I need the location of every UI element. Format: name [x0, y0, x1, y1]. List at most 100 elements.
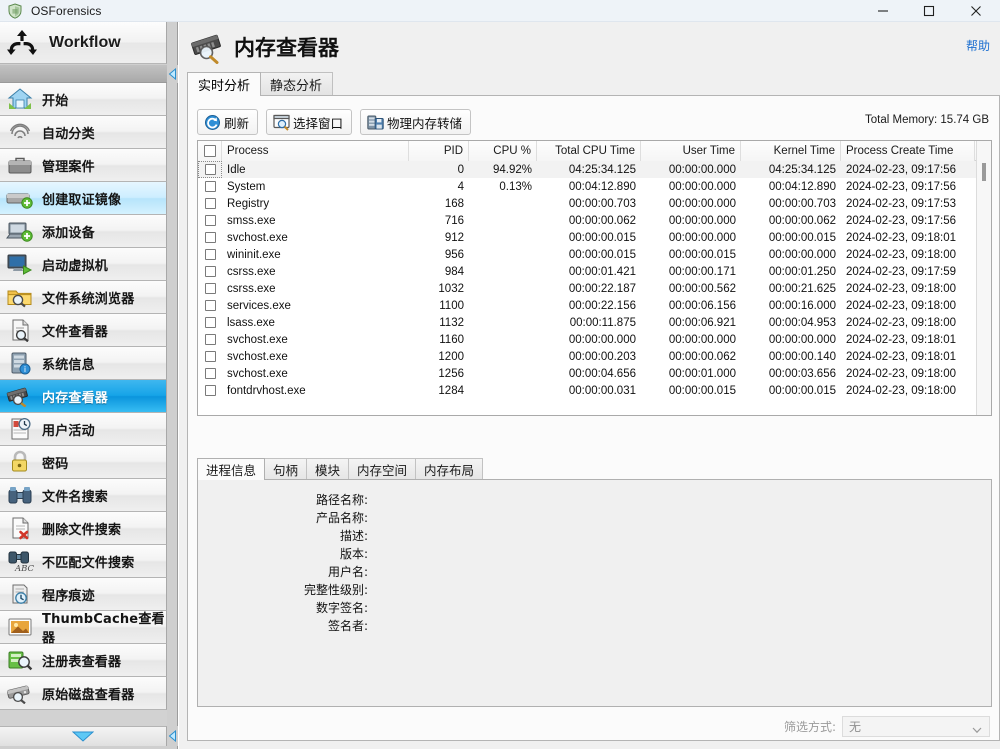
table-row[interactable]: lsass.exe 1132 00:00:11.875 00:00:06.921 00:… — [198, 314, 991, 331]
scrollbar-thumb[interactable] — [982, 163, 986, 181]
close-button[interactable] — [952, 0, 1000, 22]
row-checkbox[interactable] — [204, 334, 216, 345]
sidebar-item-15[interactable]: 程序痕迹 — [0, 578, 167, 611]
sidebar-item-3[interactable]: 创建取证镜像 — [0, 182, 167, 215]
detail-field-row: 数字签名: — [198, 598, 991, 616]
column-header-check[interactable] — [198, 141, 222, 161]
sidebar-item-6[interactable]: 文件系统浏览器 — [0, 281, 167, 314]
column-header-kernel_time[interactable]: Kernel Time — [741, 141, 841, 161]
sidebar-item-0[interactable]: 开始 — [0, 83, 167, 116]
sidebar-header-label: Workflow — [49, 33, 121, 51]
table-row[interactable]: services.exe 1100 00:00:22.156 00:00:06.156… — [198, 297, 991, 314]
cell-user_time: 00:00:00.562 — [668, 282, 736, 295]
row-checkbox[interactable] — [204, 232, 216, 243]
analysis-tab-0[interactable]: 实时分析 — [187, 72, 262, 96]
select-all-checkbox[interactable] — [203, 145, 216, 157]
filter-select[interactable]: 无 — [842, 715, 990, 737]
column-header-user_time[interactable]: User Time — [641, 141, 741, 161]
row-checkbox[interactable] — [204, 198, 216, 209]
detail-tab-3[interactable]: 内存空间 — [348, 458, 417, 479]
table-row[interactable]: Registry 168 00:00:00.703 00:00:00.000 00:00… — [198, 195, 991, 212]
table-row[interactable]: csrss.exe 1032 00:00:22.187 00:00:00.562 00:… — [198, 280, 991, 297]
row-checkbox[interactable] — [204, 215, 216, 226]
table-row[interactable]: svchost.exe 912 00:00:00.015 00:00:00.000 00… — [198, 229, 991, 246]
sidebar-collapse-bottom-button[interactable] — [167, 726, 178, 746]
table-row[interactable]: svchost.exe 1160 00:00:00.000 00:00:00.000 0… — [198, 331, 991, 348]
sidebar-item-7[interactable]: 文件查看器 — [0, 314, 167, 347]
row-checkbox[interactable] — [204, 385, 216, 396]
help-link[interactable]: 帮助 — [966, 37, 990, 54]
row-checkbox[interactable] — [204, 368, 216, 379]
sidebar-item-9[interactable]: 内存查看器 — [0, 380, 167, 413]
sidebar-item-12[interactable]: 文件名搜索 — [0, 479, 167, 512]
row-checkbox-cell[interactable] — [198, 280, 222, 297]
table-row[interactable]: smss.exe 716 00:00:00.062 00:00:00.000 00:00… — [198, 212, 991, 229]
sidebar-collapse-top-button[interactable] — [167, 65, 178, 83]
sidebar-item-16[interactable]: ThumbCache查看器 — [0, 611, 167, 646]
table-row[interactable]: fontdrvhost.exe 1284 00:00:00.031 00:00:00.… — [198, 382, 991, 399]
process-table-scrollbar[interactable] — [976, 141, 991, 415]
row-checkbox-cell[interactable] — [198, 229, 222, 246]
sidebar-item-label: 自动分类 — [42, 126, 95, 142]
toolbar-button-2[interactable]: 物理内存转储 — [360, 109, 472, 135]
sidebar-item-10[interactable]: 用户活动 — [0, 413, 167, 446]
table-row[interactable]: Idle 0 94.92% 04:25:34.125 00:00:00.000 04:25… — [198, 161, 991, 178]
row-checkbox[interactable] — [204, 283, 216, 294]
toolbar-button-1[interactable]: 选择窗口 — [266, 109, 353, 135]
column-header-pid[interactable]: PID — [409, 141, 469, 161]
column-header-process[interactable]: Process — [222, 141, 409, 161]
sidebar-item-4[interactable]: 添加设备 — [0, 215, 167, 248]
row-checkbox-cell[interactable] — [198, 331, 222, 348]
row-checkbox[interactable] — [204, 249, 216, 260]
row-checkbox-cell[interactable] — [198, 263, 222, 280]
detail-tab-2[interactable]: 模块 — [306, 458, 350, 479]
row-checkbox-cell[interactable] — [198, 212, 222, 229]
sidebar-item-17[interactable]: 注册表查看器 — [0, 644, 167, 677]
detail-tab-4[interactable]: 内存布局 — [415, 458, 484, 479]
column-header-cpu[interactable]: CPU % — [469, 141, 537, 161]
detail-field-row: 完整性级别: — [198, 580, 991, 598]
detail-tab-0[interactable]: 进程信息 — [197, 458, 266, 480]
row-checkbox[interactable] — [204, 164, 216, 175]
sidebar-scroll-down[interactable] — [0, 726, 167, 746]
row-checkbox[interactable] — [204, 351, 216, 362]
minimize-button[interactable] — [860, 0, 906, 22]
row-checkbox[interactable] — [204, 300, 216, 311]
detail-tab-1[interactable]: 句柄 — [264, 458, 308, 479]
table-row[interactable]: wininit.exe 956 00:00:00.015 00:00:00.015 00… — [198, 246, 991, 263]
sidebar-item-1[interactable]: 自动分类 — [0, 116, 167, 149]
row-checkbox-cell[interactable] — [198, 178, 222, 195]
row-checkbox-cell[interactable] — [198, 365, 222, 382]
table-row[interactable]: System 4 0.13% 00:04:12.890 00:00:00.000 00:0… — [198, 178, 991, 195]
row-checkbox[interactable] — [204, 317, 216, 328]
column-header-total_cpu[interactable]: Total CPU Time — [537, 141, 641, 161]
sidebar-item-14[interactable]: ABC 不匹配文件搜索 — [0, 545, 167, 578]
row-checkbox-cell[interactable] — [198, 161, 222, 178]
table-row[interactable]: svchost.exe 1200 00:00:00.203 00:00:00.062 0… — [198, 348, 991, 365]
sidebar-item-18[interactable]: 原始磁盘查看器 — [0, 677, 167, 710]
row-checkbox-cell[interactable] — [198, 297, 222, 314]
maximize-button[interactable] — [906, 0, 952, 22]
row-checkbox-cell[interactable] — [198, 246, 222, 263]
column-header-create_time[interactable]: Process Create Time — [841, 141, 975, 161]
sidebar-item-13[interactable]: 删除文件搜索 — [0, 512, 167, 545]
cell-user_time: 00:00:00.000 — [668, 333, 736, 346]
row-checkbox-cell[interactable] — [198, 348, 222, 365]
row-checkbox[interactable] — [204, 266, 216, 277]
toolbar-button-0[interactable]: 刷新 — [197, 109, 259, 135]
sidebar-scroll-up[interactable] — [0, 65, 167, 83]
table-row[interactable]: csrss.exe 984 00:00:01.421 00:00:00.171 00:0… — [198, 263, 991, 280]
sidebar-item-8[interactable]: i 系统信息 — [0, 347, 167, 380]
process-table[interactable]: Process PID CPU % Total CPU Time User Time Ke… — [197, 140, 992, 416]
row-checkbox-cell[interactable] — [198, 314, 222, 331]
sidebar-item-5[interactable]: 启动虚拟机 — [0, 248, 167, 281]
analysis-tab-1[interactable]: 静态分析 — [259, 72, 334, 95]
cell-pid: 1132 — [439, 316, 464, 329]
row-checkbox[interactable] — [204, 181, 216, 192]
thumbnail-icon — [5, 614, 35, 640]
sidebar-item-2[interactable]: 管理案件 — [0, 149, 167, 182]
table-row[interactable]: svchost.exe 1256 00:00:04.656 00:00:01.000 0… — [198, 365, 991, 382]
row-checkbox-cell[interactable] — [198, 195, 222, 212]
sidebar-item-11[interactable]: 密码 — [0, 446, 167, 479]
row-checkbox-cell[interactable] — [198, 382, 222, 399]
